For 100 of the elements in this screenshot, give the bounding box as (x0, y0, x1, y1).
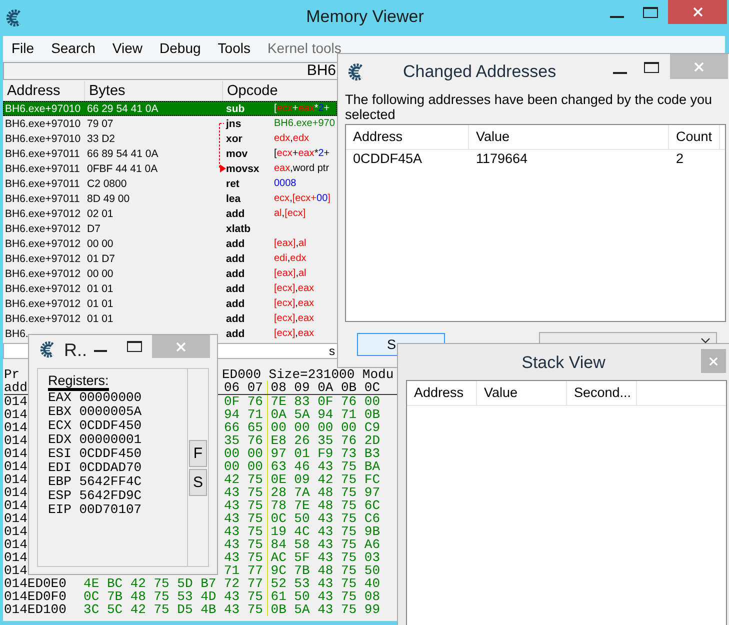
hex-info-text: ED000 Size=231000 Modu (222, 368, 394, 381)
bytes-text: 01 01 (87, 298, 114, 310)
address-text: BH6.exe+97012 (5, 298, 81, 310)
disassembly-row[interactable]: BH6.exe+97012 02 01 add al,[ecx] (3, 206, 337, 221)
register-name: ESI (48, 446, 72, 461)
opcode-text: xor (226, 132, 242, 144)
column-header[interactable]: Second... (567, 381, 637, 405)
disassembly-row[interactable]: BH6.exe+97012 00 00 add [eax],al (3, 236, 337, 251)
maximize-icon[interactable] (643, 7, 658, 18)
hex-info-text: Pr (4, 367, 20, 382)
register-name: EAX (48, 390, 72, 405)
menu-item[interactable]: File (3, 38, 43, 58)
hex-address: 014ED0E0 (4, 576, 66, 591)
opcode-text: mov (226, 148, 248, 160)
column-header[interactable]: Opcode (223, 81, 337, 101)
bytes-text: 8D 49 00 (87, 192, 130, 204)
hex-bytes: 43 75 AC 5F 43 75 03 (224, 550, 380, 565)
bytes-text: 79 07 (87, 118, 114, 130)
disassembly-row[interactable]: BH6.exe+97012 01 D7 add edi,edx (3, 251, 337, 266)
hex-bytes: 66 65 00 00 00 00 C9 (224, 420, 380, 435)
column-header[interactable]: Address (346, 125, 469, 149)
disassembly-row[interactable]: BH6.exe+97010 33 D2 xor edx,edx (3, 131, 337, 146)
register-value: 0CDDF450 (79, 446, 142, 461)
disassembly-row[interactable]: BH6.exe+97012 01 01 add [ecx],eax (3, 311, 337, 326)
disassembly-row[interactable]: BH6.exe+97011 C2 0800 ret 0008 (3, 176, 337, 191)
operands-text: 0008 (274, 178, 296, 189)
register-name: EBX (48, 404, 72, 419)
column-header[interactable]: Value (469, 125, 669, 149)
disassembly-row[interactable]: BH6.exe+97012 01 01 add [ecx],eax (3, 296, 337, 311)
hex-bytes: 43 75 19 4C 43 75 9B (224, 524, 380, 539)
hex-address: 014 (4, 394, 28, 409)
hex-address: 014ED0F0 (4, 589, 66, 604)
address-text: BH6.exe+97010 (5, 102, 81, 114)
disassembly-row[interactable]: BH6.exe+97011 8D 49 00 lea ecx,[ecx+00] (3, 191, 337, 206)
hex-bytes: 71 77 9C 7B 48 75 50 (224, 563, 380, 578)
hex-bytes: 3C 5C 42 75 D5 4B 43 75 0B 5A 43 75 99 (84, 602, 380, 617)
operands-text: [ecx],eax (274, 283, 314, 294)
opcode-text: add (226, 252, 245, 264)
side-button[interactable]: F (189, 440, 207, 467)
opcode-text: xlatb (226, 222, 251, 234)
address-text: BH6.exe+97011 (5, 192, 80, 204)
disassembly-row[interactable]: BH6.exe+97011 0FBF 44 41 0A movsx eax,word ptr (3, 161, 337, 176)
hex-address: 014 (4, 407, 28, 422)
hex-bytes: 0C 7B 48 75 53 4D 43 75 61 50 43 75 08 (84, 589, 380, 604)
close-button[interactable] (668, 0, 727, 24)
menu-item[interactable]: Search (42, 38, 104, 58)
hex-bytes: 4E BC 42 75 5D B7 72 77 52 53 43 75 40 (84, 576, 380, 591)
menu-item[interactable]: Debug (151, 38, 210, 58)
disassembly-row[interactable]: BH6.exe+97010 79 07 jns BH6.exe+970 (3, 116, 337, 131)
bytes-text: D7 (87, 222, 100, 234)
disassembly-row[interactable]: BH6.exe+97010 66 29 54 41 0A sub [ecx+eax*2+ (3, 101, 337, 116)
opcode-text: ret (226, 178, 240, 190)
close-icon (709, 356, 718, 366)
opcode-text: movsx (226, 162, 260, 174)
operands-text: eax,word ptr (274, 163, 330, 174)
table-cell: 2 (676, 151, 684, 166)
operands-text: [ecx+eax*2+ (274, 148, 330, 159)
close-button[interactable] (701, 349, 726, 373)
address-text: BH6.exe+97012 (5, 282, 81, 294)
bytes-text: 01 01 (87, 312, 114, 324)
hex-address: 014 (4, 524, 28, 539)
window-title: Stack View (522, 352, 606, 374)
operands-text: [eax],al (274, 238, 306, 249)
hex-address: 014 (4, 433, 28, 448)
hex-address: 014ED100 (4, 602, 66, 617)
bytes-text: 01 D7 (87, 252, 116, 264)
hex-bytes: 42 75 0E 09 42 75 FC (224, 472, 380, 487)
register-value: 0CDDAD70 (79, 460, 142, 475)
bytes-text: 66 89 54 41 0A (87, 148, 158, 160)
column-header[interactable]: Count (669, 125, 720, 149)
opcode-text: add (226, 238, 245, 250)
opcode-text: jns (226, 118, 242, 130)
column-header[interactable]: Value (477, 381, 567, 405)
opcode-text: add (226, 298, 245, 310)
table-cell: 1179664 (476, 151, 528, 166)
address-text: BH6.exe+97012 (5, 268, 81, 280)
hex-address: 014 (4, 420, 28, 435)
menu-item[interactable]: View (104, 38, 152, 58)
minimize-icon[interactable] (94, 350, 108, 352)
disassembly-row[interactable]: BH6.exe+97012 D7 xlatb (3, 221, 337, 236)
disassembly-row[interactable]: BH6.exe+97012 00 00 add [eax],al (3, 266, 337, 281)
operands-text: edi,edx (274, 253, 306, 264)
bytes-text: 33 D2 (87, 132, 116, 144)
maximize-icon[interactable] (127, 341, 142, 352)
disassembly-row[interactable]: BH6.exe+97011 66 89 54 41 0A mov [ecx+eax*2+ (3, 146, 337, 161)
address-text: BH6.exe+97012 (5, 208, 81, 220)
hex-address: 014 (4, 498, 28, 513)
address-text: BH6.exe+97011 (5, 148, 80, 160)
maximize-icon[interactable] (644, 62, 659, 73)
menu-item[interactable]: Tools (209, 38, 259, 58)
hex-address: 014 (4, 459, 28, 474)
opcode-text: add (226, 282, 245, 294)
address-text: BH6.exe+97012 (5, 222, 81, 234)
disassembly-row[interactable]: BH6.exe+97012 01 01 add [ecx],eax (3, 281, 337, 296)
hex-address: 014 (4, 511, 28, 526)
column-header[interactable]: Address (407, 381, 477, 405)
bytes-text: 00 00 (87, 268, 114, 280)
address-text: BH6.exe+97012 (5, 312, 81, 324)
hex-bytes: 00 00 63 46 43 75 BA (224, 459, 380, 474)
side-button[interactable]: S (189, 469, 207, 496)
